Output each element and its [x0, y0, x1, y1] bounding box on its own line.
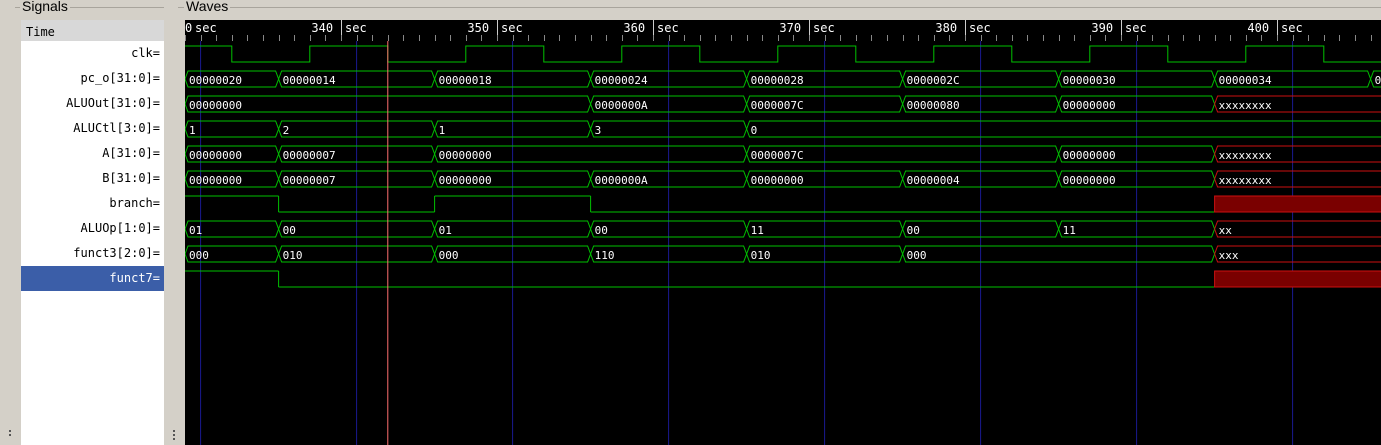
bus-value-label: 00000007	[283, 149, 336, 162]
bus-value-label: xxx	[1219, 249, 1239, 262]
bus-value-label: 11	[751, 224, 764, 237]
waveform-view[interactable]: 0 sec 340 sec 350 sec 360 sec 370 sec 380 sec 390 sec…	[185, 20, 1381, 445]
bus-value-label: 00000020	[189, 74, 242, 87]
signal-name-row[interactable]: ALUCtl[3:0]=	[21, 116, 164, 141]
bus-value-label: 000	[907, 249, 927, 262]
bus-value-label: 01	[189, 224, 202, 237]
bus-value-label: 00000000	[189, 149, 242, 162]
bus-value-label: 00000000	[1063, 174, 1116, 187]
time-header: Time	[21, 20, 164, 41]
bus-value-label: 00	[907, 224, 920, 237]
bus-value-label: 0000000A	[595, 174, 648, 187]
bus-segment	[746, 120, 1381, 138]
signal-name-row[interactable]: A[31:0]=	[21, 141, 164, 166]
waves-frame-border	[178, 7, 1381, 8]
signal-name-row[interactable]: B[31:0]=	[21, 166, 164, 191]
left-edge-strip	[0, 0, 14, 445]
signal-name-row[interactable]: funct3[2:0]=	[21, 241, 164, 266]
clk-waveform	[185, 45, 1381, 63]
bus-value-label: 000	[439, 249, 459, 262]
bus-value-label: 000	[189, 249, 209, 262]
bus-segment	[185, 120, 280, 138]
bus-value-label: 010	[751, 249, 771, 262]
bus-value-label: 01	[439, 224, 452, 237]
bus-value-label: 00000000	[751, 174, 804, 187]
bus-value-label: 11	[1063, 224, 1076, 237]
signals-panel-title: Signals	[20, 0, 70, 14]
bus-value-label: 0	[751, 124, 758, 137]
bus-value-label: 00000007	[283, 174, 336, 187]
bus-value-label: xx	[1219, 224, 1233, 237]
resize-grip-icon	[9, 430, 11, 432]
bus-value-label: 00000030	[1063, 74, 1116, 87]
bus-value-label: 00000000	[1063, 149, 1116, 162]
bus-value-label: 00000014	[283, 74, 336, 87]
bus-value-label: 0	[1375, 74, 1381, 87]
signal-name-row[interactable]: ALUOut[31:0]=	[21, 91, 164, 116]
bus-value-label: 00000000	[189, 174, 242, 187]
bus-segment	[902, 245, 1216, 263]
unknown-state-region	[1214, 195, 1381, 213]
signals-list[interactable]: Time clk= pc_o[31:0]= ALUOut[31:0]= ALUCtl[…	[21, 20, 164, 445]
bus-segment	[1214, 220, 1381, 238]
bus-value-label: 0000002C	[907, 74, 960, 87]
bus-value-label: 00000000	[439, 149, 492, 162]
bus-value-label: 00	[595, 224, 608, 237]
divider-grip-dot	[173, 434, 175, 436]
pane-divider[interactable]	[164, 0, 184, 445]
divider-grip-icon	[173, 430, 175, 432]
bus-value-label: 0000000A	[595, 99, 648, 112]
divider-grip-dot	[173, 438, 175, 440]
bus-value-label: 00000080	[907, 99, 960, 112]
signal-name-row[interactable]: branch=	[21, 191, 164, 216]
bus-segment	[1214, 245, 1381, 263]
bus-value-label: 0000007C	[751, 99, 804, 112]
bus-value-label: 00000034	[1219, 74, 1272, 87]
bus-value-label: 00000000	[189, 99, 242, 112]
bus-value-label: xxxxxxxx	[1219, 149, 1272, 162]
waves-panel-title: Waves	[184, 0, 231, 14]
signal-name-row[interactable]: funct7=	[21, 266, 164, 291]
bus-value-label: 00000028	[751, 74, 804, 87]
signal-name-row[interactable]: ALUOp[1:0]=	[21, 216, 164, 241]
bus-value-label: xxxxxxxx	[1219, 99, 1272, 112]
bus-value-label: 0000007C	[751, 149, 804, 162]
bus-value-label: 1	[189, 124, 196, 137]
unknown-state-region	[1214, 270, 1381, 288]
bus-value-label: 00000000	[1063, 99, 1116, 112]
resize-grip-dot	[9, 434, 11, 436]
bus-value-label: 00000018	[439, 74, 492, 87]
signal-name-row[interactable]: clk=	[21, 41, 164, 66]
bus-value-label: 00000024	[595, 74, 648, 87]
bus-value-label: 1	[439, 124, 446, 137]
bus-value-label: 00	[283, 224, 296, 237]
bus-value-label: 00000004	[907, 174, 960, 187]
bus-value-label: 3	[595, 124, 602, 137]
bus-value-label: 010	[283, 249, 303, 262]
bus-value-label: 110	[595, 249, 615, 262]
bus-value-label: xxxxxxxx	[1219, 174, 1272, 187]
waveform-canvas: 00000020 00000014 00000018 00000024 00000028…	[185, 41, 1381, 445]
bus-value-label: 00000000	[439, 174, 492, 187]
bus-value-label: 2	[283, 124, 290, 137]
signal-name-row[interactable]: pc_o[31:0]=	[21, 66, 164, 91]
